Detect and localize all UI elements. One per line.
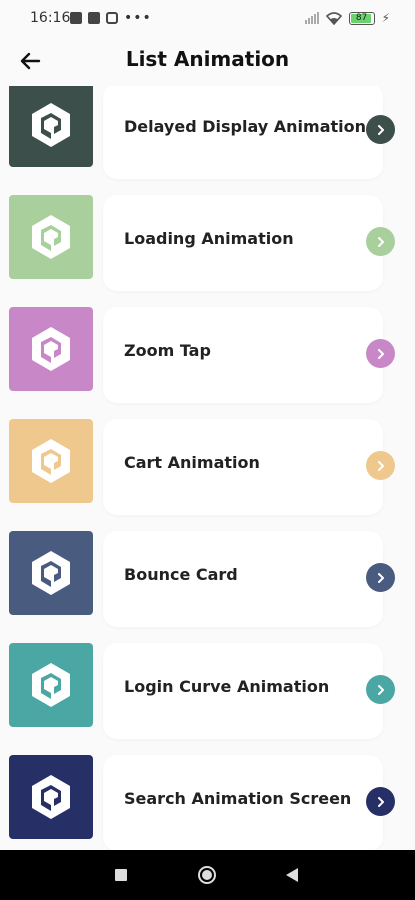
list-item-thumbnail — [9, 86, 93, 167]
more-notifications-indicator: ••• — [124, 10, 152, 26]
app-bar: List Animation — [0, 36, 415, 86]
list-item[interactable]: Search Animation Screen — [0, 755, 415, 850]
wifi-icon — [325, 11, 342, 25]
system-icons: 87 ⚡ — [304, 11, 390, 25]
back-triangle-icon[interactable] — [286, 868, 298, 882]
chevron-right-icon — [377, 124, 384, 135]
list-item-thumbnail — [9, 531, 93, 615]
chevron-right-icon — [377, 348, 384, 359]
list-item[interactable]: Delayed Display Animation — [0, 86, 415, 183]
list-item-thumbnail — [9, 755, 93, 839]
hexagon-logo-icon — [32, 663, 70, 707]
list-item[interactable]: Login Curve Animation — [0, 643, 415, 743]
status-bar: 16:16 ••• 87 ⚡ — [0, 0, 415, 36]
list-item-label: Delayed Display Animation — [124, 117, 366, 136]
list-item-thumbnail — [9, 643, 93, 727]
chevron-right-button[interactable] — [366, 787, 395, 816]
chevron-right-button[interactable] — [366, 451, 395, 480]
status-time: 16:16 — [30, 10, 71, 26]
hexagon-logo-icon — [32, 439, 70, 483]
page-title: List Animation — [125, 47, 290, 71]
chevron-right-button[interactable] — [366, 563, 395, 592]
list-item[interactable]: Zoom Tap — [0, 307, 415, 407]
list-item-label: Zoom Tap — [124, 341, 211, 360]
list-item-label: Loading Animation — [124, 229, 294, 248]
animation-list[interactable]: Delayed Display Animation Loading Animati… — [0, 86, 415, 850]
chevron-right-icon — [377, 796, 384, 807]
list-item[interactable]: Loading Animation — [0, 195, 415, 295]
chevron-right-icon — [377, 460, 384, 471]
system-nav-bar — [0, 850, 415, 900]
chevron-right-button[interactable] — [366, 675, 395, 704]
list-item-thumbnail — [9, 195, 93, 279]
charging-icon: ⚡ — [381, 11, 390, 25]
hexagon-logo-icon — [32, 327, 70, 371]
list-item[interactable]: Cart Animation — [0, 419, 415, 519]
chevron-right-button[interactable] — [366, 227, 395, 256]
hexagon-logo-icon — [32, 551, 70, 595]
recents-square-icon[interactable] — [115, 869, 127, 881]
signal-icon — [304, 12, 319, 24]
chevron-right-button[interactable] — [366, 115, 395, 144]
instagram-icon — [106, 12, 118, 24]
home-circle-icon[interactable] — [198, 866, 216, 884]
message-icon — [70, 12, 82, 24]
battery-icon: 87 — [348, 11, 375, 25]
chevron-right-button[interactable] — [366, 339, 395, 368]
hexagon-logo-icon — [32, 215, 70, 259]
list-item-thumbnail — [9, 307, 93, 391]
news-icon — [88, 12, 100, 24]
list-item-label: Login Curve Animation — [124, 677, 330, 696]
chevron-right-icon — [377, 684, 384, 695]
battery-level: 87 — [355, 12, 368, 23]
list-item-label: Search Animation Screen — [124, 789, 352, 808]
notification-icons: ••• — [70, 10, 152, 26]
list-item-thumbnail — [9, 419, 93, 503]
list-item-label: Cart Animation — [124, 453, 260, 472]
chevron-right-icon — [377, 572, 384, 583]
chevron-right-icon — [377, 236, 384, 247]
hexagon-logo-icon — [32, 103, 70, 147]
list-item[interactable]: Bounce Card — [0, 531, 415, 631]
hexagon-logo-icon — [32, 775, 70, 819]
list-item-label: Bounce Card — [124, 565, 238, 584]
